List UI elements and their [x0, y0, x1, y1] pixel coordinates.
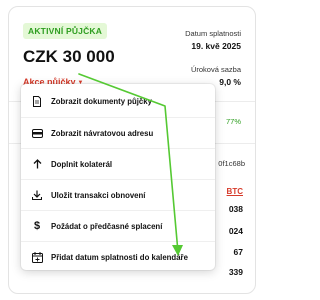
value-text: 024	[228, 226, 243, 236]
value-text: 038	[228, 204, 243, 214]
menu-item-label: Zobrazit dokumenty půjčky	[51, 97, 152, 106]
due-date-value: 19. kvě 2025	[191, 41, 241, 51]
loan-amount: CZK 30 000	[23, 47, 115, 66]
menu-item-label: Zobrazit návratovou adresu	[51, 128, 154, 138]
interest-rate-label: Úroková sazba	[190, 65, 241, 74]
status-badge: AKTIVNÍ PŮJČKA	[23, 23, 108, 39]
transaction-hash[interactable]: 0f1c68b	[218, 159, 245, 168]
interest-rate-value: 9,0 %	[219, 77, 241, 87]
menu-item-view-return-address[interactable]: Zobrazit návratovou adresu	[21, 117, 215, 148]
menu-item-save-recovery-transaction[interactable]: Uložit transakci obnovení	[21, 179, 215, 210]
menu-item-add-to-calendar[interactable]: Přidat datum splatnosti do kalendáře	[21, 241, 215, 272]
menu-item-add-collateral[interactable]: Doplnit kolaterál	[21, 148, 215, 179]
menu-item-label: Uložit transakci obnovení	[51, 190, 146, 200]
menu-item-label: Požádat o předčasné splacení	[51, 221, 163, 231]
ltv-percent: 77%	[225, 117, 241, 126]
document-icon	[30, 95, 44, 109]
menu-item-label: Doplnit kolaterál	[51, 159, 113, 169]
loan-actions-menu: Zobrazit dokumenty půjčky Zobrazit návra…	[21, 84, 215, 270]
btc-link[interactable]: BTC	[227, 187, 243, 196]
wallet-icon	[30, 126, 44, 140]
menu-item-label: Přidat datum splatnosti do kalendáře	[51, 252, 188, 262]
menu-item-view-documents[interactable]: Zobrazit dokumenty půjčky	[21, 86, 215, 117]
value-text: 67	[233, 247, 243, 257]
value-text: 339	[228, 267, 243, 277]
download-icon	[30, 188, 44, 202]
menu-item-request-early-repayment[interactable]: $ Požádat o předčasné splacení	[21, 210, 215, 241]
due-date-label: Datum splatnosti	[185, 29, 241, 38]
arrow-up-icon	[30, 157, 44, 171]
calendar-add-icon	[30, 250, 44, 264]
dollar-icon: $	[33, 220, 41, 232]
